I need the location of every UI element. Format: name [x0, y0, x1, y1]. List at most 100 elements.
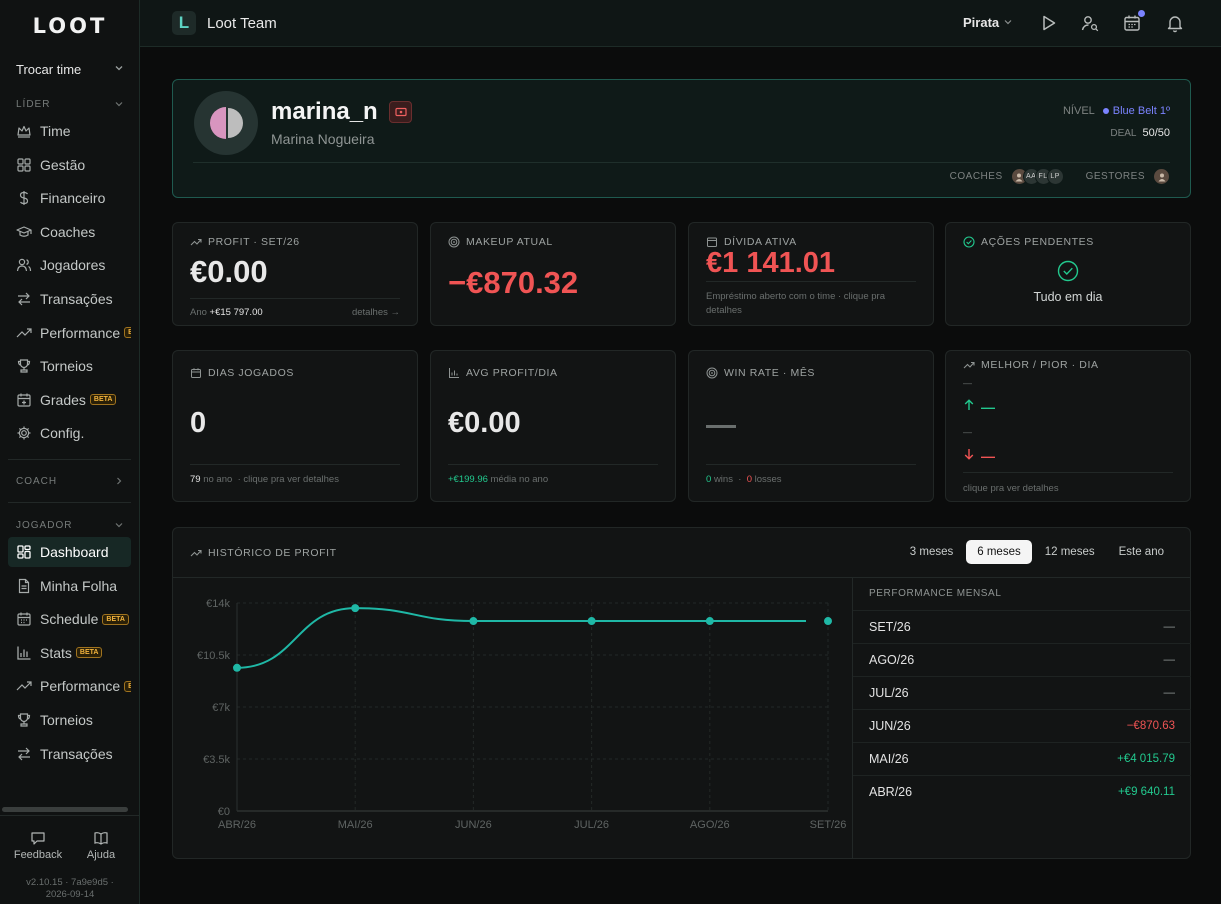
version-info: v2.10.15 · 7a9e9d5 · 2026-09-14: [0, 877, 140, 901]
bell-icon[interactable]: [1165, 13, 1185, 33]
pending-actions-card[interactable]: AÇÕES PENDENTES Tudo em dia: [945, 222, 1191, 326]
monthly-performance-row[interactable]: JUN/26 −€870.63: [853, 709, 1191, 742]
best-worst-details-link[interactable]: clique pra ver detalhes: [963, 483, 1173, 494]
profit-title-text: PROFIT · SET/26: [208, 236, 300, 248]
best-worst-card[interactable]: MELHOR / PIOR · DIA — — — — clique pra v…: [945, 350, 1191, 502]
team-logo[interactable]: L: [172, 11, 196, 35]
avatar[interactable]: [194, 91, 258, 155]
sidebar-item-lider-gest-o[interactable]: Gestão: [8, 150, 131, 180]
file-icon: [16, 578, 32, 594]
chevron-right-icon: [114, 476, 124, 489]
losses-value: 0: [746, 474, 752, 485]
sidebar-item-lider-transa-es[interactable]: Transações: [8, 284, 131, 314]
sidebar-item-label: Schedule: [40, 611, 99, 628]
win-rate-footer: 0 wins · 0 losses: [706, 474, 782, 485]
avg-profit-card[interactable]: AVG PROFIT/DIA €0.00 +€199.96 média no a…: [430, 350, 676, 502]
sidebar-item-label: Gestão: [40, 156, 86, 173]
version-line: v2.10.15 · 7a9e9d5 ·: [26, 877, 114, 888]
calendar-icon[interactable]: [1122, 10, 1145, 33]
range-tab-6-meses[interactable]: 6 meses: [966, 540, 1032, 564]
gestor-avatar[interactable]: [1153, 168, 1170, 185]
user-switch[interactable]: Pirata: [963, 15, 1013, 30]
monthly-performance-row[interactable]: ABR/26 +€9 640.11: [853, 775, 1191, 808]
sidebar-item-lider-financeiro[interactable]: Financeiro: [8, 183, 131, 213]
section-lider[interactable]: LÍDER: [16, 99, 124, 112]
dollar-icon: [16, 190, 32, 206]
trending-up-icon: [190, 547, 202, 559]
sidebar-item-jogador-stats[interactable]: Stats BETA: [8, 638, 131, 668]
section-coach[interactable]: COACH: [16, 476, 124, 489]
month-value: +€9 640.11: [1117, 786, 1175, 798]
sidebar-item-jogador-dashboard[interactable]: Dashboard: [8, 537, 131, 567]
days-played-value: 0: [190, 407, 207, 439]
win-rate-title: WIN RATE · MÊS: [706, 367, 815, 379]
dashboard-icon: [16, 544, 32, 560]
best-worst-title-text: MELHOR / PIOR · DIA: [981, 359, 1099, 371]
profit-details-link[interactable]: detalhes →: [352, 307, 400, 318]
month-label: AGO/26: [869, 653, 915, 667]
sidebar-item-lider-jogadores[interactable]: Jogadores: [8, 250, 131, 280]
sidebar-item-lider-torneios[interactable]: Torneios: [8, 351, 131, 381]
best-value: —: [981, 399, 995, 415]
profit-footer: Ano +€15 797.00 detalhes →: [190, 307, 400, 318]
level-info: NÍVEL Blue Belt 1º: [1063, 105, 1170, 117]
profit-card-title: PROFIT · SET/26: [190, 236, 300, 248]
sidebar-item-jogador-torneios[interactable]: Torneios: [8, 705, 131, 735]
sidebar-item-jogador-performance[interactable]: PerformanceBETA: [8, 671, 131, 701]
days-played-card[interactable]: DIAS JOGADOS 0 79 no ano · clique pra ve…: [172, 350, 418, 502]
user-search-icon[interactable]: [1080, 13, 1100, 33]
x-tick-label: JUL/26: [574, 819, 609, 831]
sidebar-divider: [8, 502, 131, 503]
days-footer[interactable]: 79 no ano · clique pra ver detalhes: [190, 474, 400, 485]
app-logo[interactable]: LOOT: [0, 14, 140, 38]
play-icon[interactable]: [1039, 13, 1059, 33]
range-tab-12-meses[interactable]: 12 meses: [1034, 540, 1106, 564]
sidebar-item-lider-time[interactable]: Time: [8, 116, 131, 146]
feedback-button[interactable]: Feedback: [8, 830, 68, 861]
team-name[interactable]: Loot Team: [207, 15, 277, 32]
monthly-performance-row[interactable]: AGO/26 —: [853, 643, 1191, 676]
team-switch[interactable]: Trocar time: [16, 62, 124, 77]
days-title-text: DIAS JOGADOS: [208, 367, 294, 379]
range-tab-3-meses[interactable]: 3 meses: [899, 540, 964, 564]
month-label: SET/26: [869, 620, 911, 634]
range-tab-este-ano[interactable]: Este ano: [1108, 540, 1175, 564]
sidebar-scrollbar[interactable]: [2, 807, 128, 812]
chevron-down-icon: [114, 520, 124, 533]
coach-avatar[interactable]: LP: [1046, 168, 1064, 185]
sidebar-item-jogador-minha-folha[interactable]: Minha Folha: [8, 571, 131, 601]
monthly-performance-row[interactable]: JUL/26 —: [853, 676, 1191, 709]
sidebar-item-label: Financeiro: [40, 190, 106, 207]
app-root: LOOT Trocar time LÍDER Time Gestão Finance…: [0, 0, 1221, 904]
section-jogador[interactable]: JOGADOR: [16, 520, 124, 533]
best-worst-title: MELHOR / PIOR · DIA: [963, 359, 1099, 371]
bar-chart-icon: [16, 645, 32, 661]
arrows-left-right-icon: [16, 291, 32, 307]
profile-divider: [193, 162, 1170, 163]
x-tick-label: ABR/26: [218, 819, 256, 831]
win-rate-card[interactable]: WIN RATE · MÊS 0 wins · 0 losses: [688, 350, 934, 502]
version-date: 2026-09-14: [45, 889, 95, 900]
avg-profit-title: AVG PROFIT/DIA: [448, 367, 558, 379]
sidebar-item-jogador-schedule[interactable]: Schedule BETA: [8, 604, 131, 634]
monthly-performance-row[interactable]: MAI/26 +€4 015.79: [853, 742, 1191, 775]
calendar-icon: [190, 367, 202, 379]
coaches-label: COACHES: [949, 171, 1003, 182]
monthly-performance-row[interactable]: SET/26 —: [853, 610, 1191, 643]
help-button[interactable]: Ajuda: [71, 830, 131, 861]
sidebar-item-lider-coaches[interactable]: Coaches: [8, 217, 131, 247]
beta-badge: BETA: [124, 680, 131, 692]
sidebar-item-lider-config-[interactable]: Config.: [8, 418, 131, 448]
debt-card[interactable]: DÍVIDA ATIVA €1 141.01 Empréstimo aberto…: [688, 222, 934, 326]
makeup-card[interactable]: MAKEUP ATUAL −€870.32: [430, 222, 676, 326]
history-title-text: HISTÓRICO DE PROFIT: [208, 547, 337, 559]
sidebar-item-lider-grades[interactable]: Grades BETA: [8, 385, 131, 415]
avg-title-text: AVG PROFIT/DIA: [466, 367, 558, 379]
profit-card[interactable]: PROFIT · SET/26 €0.00 Ano +€15 797.00 de…: [172, 222, 418, 326]
trending-up-icon: [963, 359, 975, 371]
debt-footer[interactable]: Empréstimo aberto com o time · clique pr…: [706, 290, 916, 318]
help-label: Ajuda: [86, 849, 116, 861]
wins-value: 0: [706, 474, 712, 485]
sidebar-item-lider-performance[interactable]: PerformanceBETA: [8, 318, 131, 348]
sidebar-item-jogador-transa-es[interactable]: Transações: [8, 739, 131, 769]
